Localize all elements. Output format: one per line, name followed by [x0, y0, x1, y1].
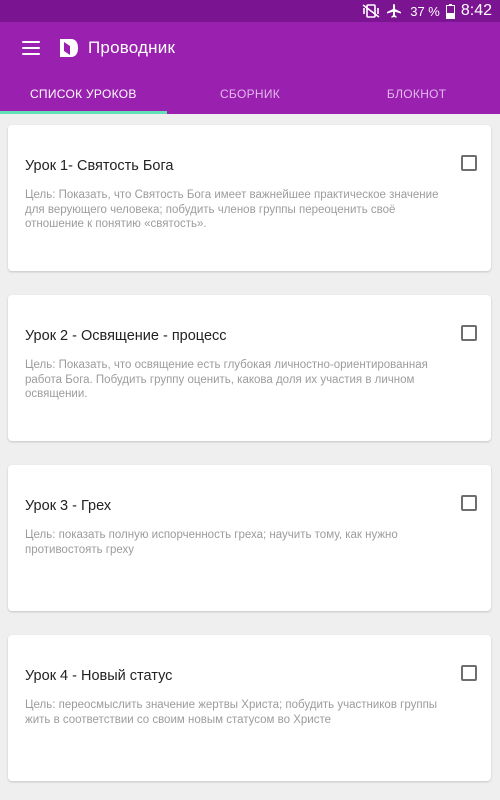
tab-lesson-list[interactable]: СПИСОК УРОКОВ [0, 74, 167, 114]
lesson-checkbox[interactable] [461, 495, 477, 511]
app-bar: Проводник [0, 22, 500, 74]
lesson-description: Цель: Показать, что освящение есть глубо… [25, 359, 428, 400]
lesson-list: Урок 1- Святость Бога Цель: Показать, чт… [0, 114, 500, 800]
clock: 8:42 [460, 2, 492, 19]
lesson-checkbox[interactable] [461, 325, 477, 341]
lesson-title: Урок 3 - Грех [25, 498, 112, 514]
lesson-checkbox[interactable] [461, 155, 477, 171]
battery-icon [445, 3, 455, 19]
lesson-description: Цель: показать полную испорченность грех… [25, 529, 398, 556]
lesson-card[interactable]: Урок 3 - Грех Цель: показать полную испо… [8, 465, 491, 611]
lesson-card[interactable]: Урок 4 - Новый статус Цель: переосмыслит… [8, 635, 491, 781]
lesson-checkbox[interactable] [461, 665, 477, 681]
lesson-description: Цель: переосмыслить значение жертвы Хрис… [25, 699, 438, 726]
lesson-title: Урок 1- Святость Бога [25, 158, 174, 174]
menu-icon[interactable] [22, 41, 40, 55]
airplane-icon [386, 3, 402, 19]
battery-percent: 37 % [410, 3, 440, 19]
tab-notebook[interactable]: БЛОКНОТ [333, 74, 500, 114]
lesson-card[interactable]: Урок 1- Святость Бога Цель: Показать, чт… [8, 125, 491, 271]
lesson-title: Урок 4 - Новый статус [25, 668, 173, 684]
status-bar: 37 % 8:42 [0, 0, 500, 22]
lesson-description: Цель: Показать, что Святость Бога имеет … [25, 189, 439, 230]
app-logo-icon [60, 39, 78, 57]
tab-collection[interactable]: СБОРНИК [167, 74, 334, 114]
lesson-title: Урок 2 - Освящение - процесс [25, 328, 227, 344]
tab-bar: СПИСОК УРОКОВ СБОРНИК БЛОКНОТ [0, 74, 500, 114]
lesson-card[interactable]: Урок 2 - Освящение - процесс Цель: Показ… [8, 295, 491, 441]
app-title: Проводник [88, 38, 176, 57]
vibrate-icon [362, 4, 380, 18]
